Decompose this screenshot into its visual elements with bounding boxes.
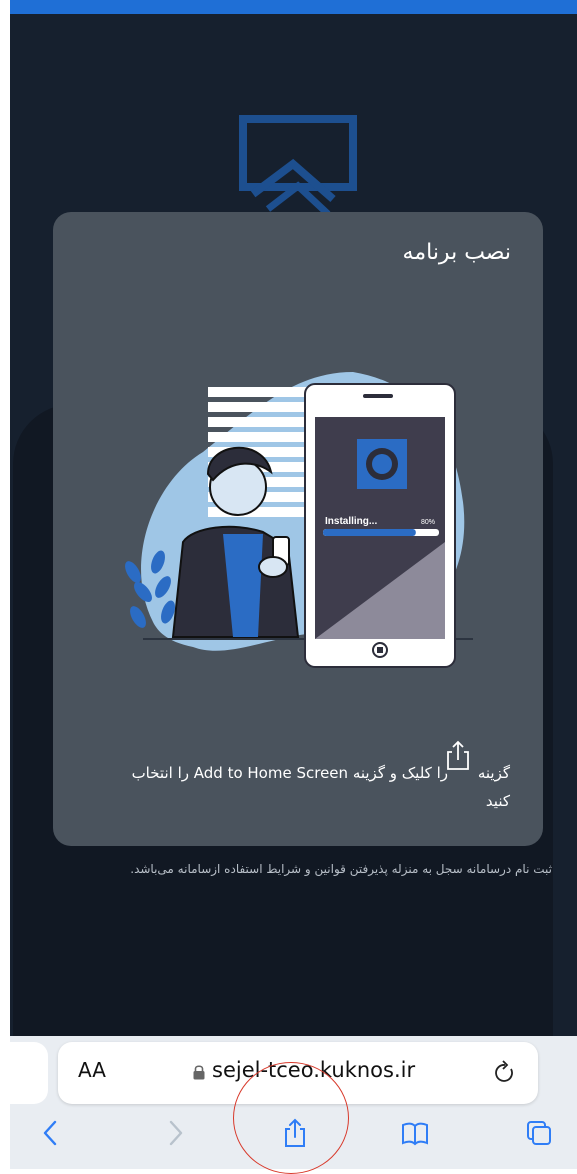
instruction-prefix: گزینه: [477, 764, 510, 782]
aa-button[interactable]: AA: [78, 1058, 106, 1082]
tabs-icon[interactable]: [524, 1118, 554, 1148]
share-icon: [447, 740, 469, 770]
instruction-text: را کلیک و گزینه Add to Home Screen را ان…: [131, 764, 448, 782]
lock-icon: [193, 1065, 205, 1080]
install-instructions: گزینه را کلیک و گزینه Add to Home Screen…: [95, 740, 510, 810]
progress-fill: [323, 529, 416, 536]
annotation-circle: [233, 1062, 349, 1174]
chevron-left-icon[interactable]: [36, 1118, 66, 1148]
app-logo: [239, 115, 357, 217]
install-illustration: Installing... 80%: [125, 372, 473, 668]
phone-status-text: Installing...: [325, 516, 377, 527]
previous-tab[interactable]: [10, 1042, 48, 1104]
phone-percent-text: 80%: [421, 519, 435, 526]
install-modal: نصب برنامه Installing... 80% گزینه را کل…: [53, 212, 543, 846]
book-icon[interactable]: [400, 1118, 430, 1148]
partial-text: [170, 1024, 430, 1036]
reload-icon[interactable]: [494, 1060, 516, 1084]
instruction-suffix: کنید: [485, 792, 510, 810]
status-bar: [10, 0, 577, 14]
chevron-right-icon[interactable]: [160, 1118, 190, 1148]
terms-text: ثبت نام درسامانه سجل به منزله پذیرفتن قو…: [130, 862, 552, 876]
modal-title: نصب برنامه: [402, 240, 511, 265]
